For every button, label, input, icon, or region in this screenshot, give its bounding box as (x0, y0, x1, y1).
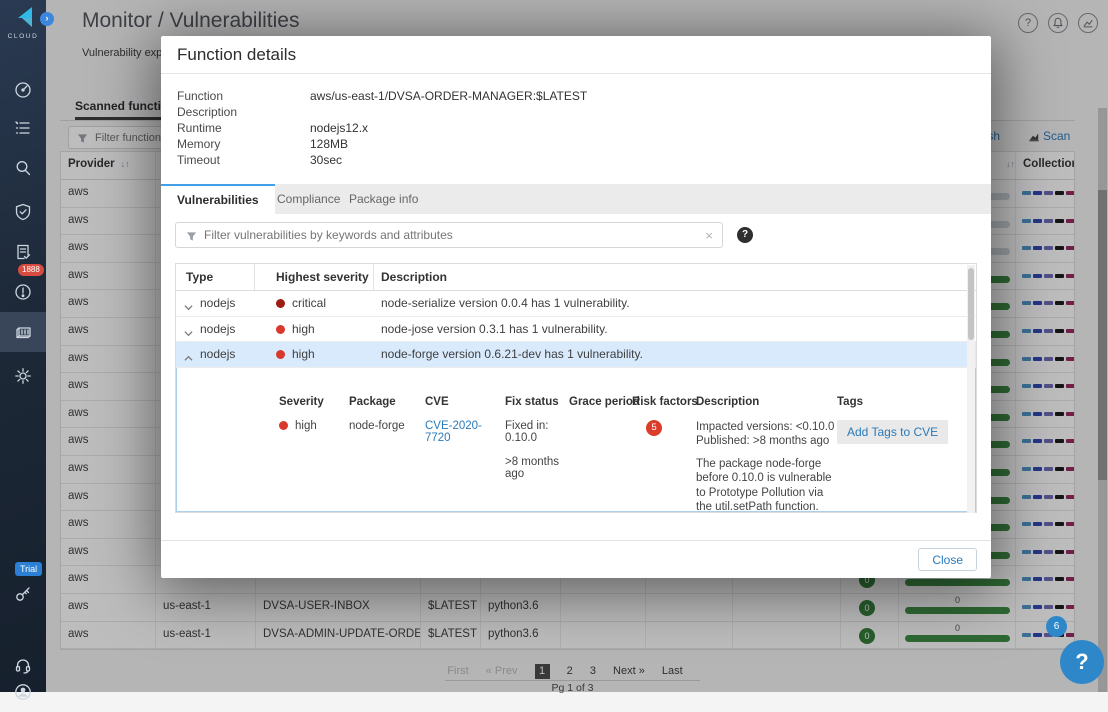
sidebar-expand-button[interactable]: › (40, 12, 54, 26)
gauge-icon (14, 81, 32, 99)
detail-col-cve: CVE (425, 396, 449, 408)
sidebar-item-dashboard[interactable] (0, 70, 46, 110)
vuln-row-expanded[interactable]: nodejs high node-forge version 0.6.21-de… (176, 342, 976, 368)
field-value-function: aws/us-east-1/DVSA-ORDER-MANAGER:$LATEST (310, 89, 587, 103)
field-label-timeout: Timeout (177, 153, 220, 167)
vulnerabilities-filter: × (175, 222, 723, 248)
vulnerabilities-filter-input[interactable] (204, 224, 694, 246)
severity-dot-high (276, 325, 285, 334)
detail-package: node-forge (349, 420, 405, 432)
field-value-runtime: nodejs12.x (310, 121, 368, 135)
detail-col-description: Description (696, 396, 759, 408)
add-tags-to-cve-button[interactable]: Add Tags to CVE (837, 420, 948, 444)
filter-funnel-icon (186, 231, 197, 242)
field-value-memory: 128MB (310, 137, 348, 151)
key-icon (14, 585, 32, 603)
detail-col-grace-period: Grace period (569, 396, 640, 408)
vuln-row[interactable]: nodejs high node-jose version 0.3.1 has … (176, 317, 976, 343)
clear-filter-icon[interactable]: × (705, 228, 713, 243)
modal-scrollbar-thumb[interactable] (968, 268, 974, 340)
detail-fix-status: Fixed in: 0.10.0 (505, 420, 548, 444)
sidebar-item-compliance[interactable] (0, 192, 46, 232)
sidebar-item-access-keys[interactable] (0, 574, 46, 614)
detail-description-meta: Impacted versions: <0.10.0 Published: >8… (696, 420, 838, 449)
gear-icon (14, 367, 32, 385)
tab-vulnerabilities[interactable]: Vulnerabilities (161, 184, 275, 214)
alerts-count-badge: 1888 (18, 264, 44, 276)
list-icon (14, 119, 32, 137)
prisma-cloud-logo[interactable]: CLOUD (0, 6, 46, 40)
cve-detail-panel: Severity Package CVE Fix status Grace pe… (176, 368, 976, 512)
vuln-type: nodejs (200, 322, 235, 336)
vuln-severity: high (292, 347, 315, 361)
filter-help-icon[interactable]: ? (737, 227, 753, 243)
vuln-severity: high (292, 322, 315, 336)
modal-title: Function details (177, 45, 296, 65)
detail-col-tags: Tags (837, 396, 863, 408)
sidebar-item-search[interactable] (0, 148, 46, 188)
detail-col-package: Package (349, 396, 396, 408)
severity-dot-high (276, 350, 285, 359)
user-avatar-icon (14, 683, 32, 701)
vuln-table-header: Type Highest severity Description (176, 264, 976, 291)
vuln-severity: critical (292, 296, 326, 310)
sidebar-item-alerts[interactable]: 1888 (0, 272, 46, 312)
col-type: Type (186, 270, 213, 284)
detail-col-fix-status: Fix status (505, 396, 559, 408)
function-details-modal: Function details Function aws/us-east-1/… (161, 36, 991, 578)
sidebar: CLOUD 1888 (0, 0, 46, 692)
sidebar-item-settings[interactable] (0, 356, 46, 396)
vuln-description: node-forge version 0.6.21-dev has 1 vuln… (381, 347, 643, 361)
shield-check-icon (14, 203, 32, 221)
vuln-row[interactable]: nodejs critical node-serialize version 0… (176, 291, 976, 317)
vuln-type: nodejs (200, 296, 235, 310)
search-icon (14, 159, 32, 177)
field-label-description: Description (177, 105, 237, 119)
chevron-down-icon[interactable] (184, 326, 193, 340)
field-label-runtime: Runtime (177, 121, 222, 135)
chevron-up-icon[interactable] (184, 351, 193, 365)
modal-tabbar: Vulnerabilities Compliance Package info (161, 184, 991, 214)
trial-badge: Trial (15, 562, 42, 576)
modal-title-divider (161, 73, 991, 74)
risk-factors-badge[interactable]: 5 (646, 420, 662, 436)
document-check-icon (14, 243, 32, 261)
vuln-type: nodejs (200, 347, 235, 361)
vuln-description: node-jose version 0.3.1 has 1 vulnerabil… (381, 322, 608, 336)
help-fab-badge: 6 (1046, 616, 1067, 637)
col-highest-severity: Highest severity (276, 270, 369, 284)
sidebar-item-inventory[interactable] (0, 108, 46, 148)
field-value-timeout: 30sec (310, 153, 342, 167)
severity-dot-critical (276, 299, 285, 308)
cloud-logo-icon (10, 6, 36, 29)
sidebar-item-profile[interactable] (0, 672, 46, 712)
modal-scrollbar-track[interactable] (967, 265, 975, 513)
detail-severity: high (295, 420, 317, 432)
tab-package-info[interactable]: Package info (333, 184, 434, 214)
detail-col-risk-factors: Risk factors (632, 396, 698, 408)
close-button[interactable]: Close (918, 548, 977, 571)
field-label-function: Function (177, 89, 223, 103)
field-label-memory: Memory (177, 137, 220, 151)
chevron-down-icon[interactable] (184, 300, 193, 314)
cve-link[interactable]: CVE-2020-7720 (425, 420, 491, 444)
detail-description-body: The package node-forge before 0.10.0 is … (696, 458, 832, 512)
logo-label: CLOUD (0, 33, 46, 40)
sidebar-item-compute[interactable] (0, 312, 46, 352)
detail-col-severity: Severity (279, 396, 324, 408)
container-icon (14, 323, 33, 341)
vuln-description: node-serialize version 0.0.4 has 1 vulne… (381, 296, 630, 310)
severity-dot-high (279, 421, 288, 430)
alert-circle-icon (14, 283, 32, 301)
detail-fix-age: >8 months ago (505, 456, 559, 480)
col-description: Description (381, 270, 447, 284)
vulnerabilities-table: Type Highest severity Description nodejs… (175, 263, 977, 513)
help-fab-button[interactable]: ? (1060, 640, 1104, 684)
modal-footer-divider (161, 540, 991, 541)
